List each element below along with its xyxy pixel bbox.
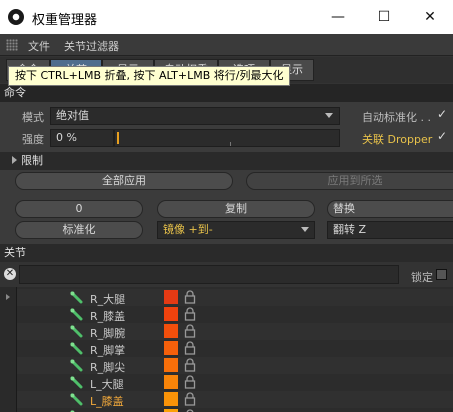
link-dropper-checkbox[interactable]: ✓	[437, 129, 447, 143]
flip-dropdown[interactable]: 翻转 Z	[327, 221, 453, 239]
joint-row[interactable]: R_脚掌	[17, 340, 453, 357]
joint-color-swatch[interactable]	[164, 358, 178, 372]
cinema4d-logo-icon	[8, 9, 24, 25]
joint-row[interactable]: L_脚腕	[17, 408, 453, 412]
expand-arrow-icon[interactable]	[6, 294, 10, 300]
chevron-down-icon	[325, 113, 333, 118]
joint-name: R_脚腕	[90, 327, 126, 340]
menu-file[interactable]: 文件	[28, 38, 50, 54]
joint-color-swatch[interactable]	[164, 290, 178, 304]
joint-color-swatch[interactable]	[164, 324, 178, 338]
tooltip: 按下 CTRL+LMB 折叠, 按下 ALT+LMB 将行/列最大化	[8, 66, 291, 86]
joint-bone-icon	[70, 308, 83, 321]
joints-section-header[interactable]: 关节	[0, 244, 453, 262]
close-button[interactable]: ✕	[407, 0, 453, 34]
joint-bone-icon	[70, 325, 83, 338]
copy-button[interactable]: 复制	[157, 200, 315, 218]
joint-row[interactable]: L_膝盖	[17, 391, 453, 408]
mirror-value: 镜像 +到-	[163, 223, 213, 236]
apply-selected-button[interactable]: 应用到所选	[246, 172, 453, 190]
auto-normalize-label: 自动标准化 . .	[362, 111, 431, 124]
joint-color-swatch[interactable]	[164, 375, 178, 389]
strength-input[interactable]: 0 %	[50, 129, 114, 147]
lock-icon[interactable]	[184, 290, 196, 304]
joint-row[interactable]: R_脚腕	[17, 323, 453, 340]
menu-bar: 文件 关节过滤器	[0, 34, 453, 56]
mode-value: 绝对值	[56, 109, 89, 122]
zero-value-button[interactable]: 0	[15, 200, 143, 218]
mirror-dropdown[interactable]: 镜像 +到-	[157, 221, 315, 239]
joint-bone-icon	[70, 342, 83, 355]
joint-name: R_脚尖	[90, 361, 126, 374]
joint-name: R_大腿	[90, 293, 126, 306]
joint-color-swatch[interactable]	[164, 341, 178, 355]
link-dropper-label: 关联 Dropper	[362, 133, 433, 146]
joint-row[interactable]: R_大腿	[17, 289, 453, 306]
joint-row[interactable]: R_脚尖	[17, 357, 453, 374]
joint-name: R_膝盖	[90, 310, 126, 323]
list-gutter	[0, 287, 17, 412]
actions-panel: 全部应用 应用到所选 0 复制 替换 标准化 镜像 +到- 翻转 Z	[0, 170, 453, 244]
expand-arrow-icon	[12, 156, 17, 164]
commands-section-header[interactable]: 命令	[0, 84, 453, 102]
joint-color-swatch[interactable]	[164, 392, 178, 406]
limit-label: 限制	[21, 154, 43, 167]
normalize-button[interactable]: 标准化	[15, 221, 143, 239]
window-title: 权重管理器	[32, 13, 98, 28]
apply-all-button[interactable]: 全部应用	[15, 172, 233, 190]
auto-normalize-checkbox[interactable]: ✓	[437, 107, 447, 121]
replace-button[interactable]: 替换	[327, 200, 453, 218]
joint-search-input[interactable]	[19, 265, 399, 284]
flip-value: 翻转 Z	[333, 223, 367, 236]
lock-icon[interactable]	[184, 341, 196, 355]
clear-icon[interactable]: ✕	[4, 268, 16, 280]
lock-checkbox[interactable]	[436, 269, 447, 280]
joint-name: L_大腿	[90, 378, 124, 391]
joint-color-swatch[interactable]	[164, 307, 178, 321]
grip-icon[interactable]	[6, 39, 18, 51]
lock-icon[interactable]	[184, 324, 196, 338]
minimize-button[interactable]: —	[315, 0, 361, 34]
strength-label: 强度	[22, 133, 44, 146]
slider-tick	[230, 142, 231, 146]
title-bar: 权重管理器 — ☐ ✕	[0, 0, 453, 34]
joint-name: R_脚掌	[90, 344, 126, 357]
joint-bone-icon	[70, 376, 83, 389]
joint-name: L_膝盖	[90, 395, 124, 408]
menu-joint-filter[interactable]: 关节过滤器	[64, 38, 119, 54]
joint-list: R_大腿 R_膝盖 R_脚腕 R_脚掌 R_脚尖 L_大腿 L_膝盖L_脚腕	[0, 287, 453, 412]
lock-icon[interactable]	[184, 375, 196, 389]
mode-label: 模式	[22, 111, 44, 124]
joint-bone-icon	[70, 291, 83, 304]
joint-row[interactable]: R_膝盖	[17, 306, 453, 323]
lock-icon[interactable]	[184, 358, 196, 372]
joint-search-row: ✕ 锁定	[0, 262, 453, 287]
joint-bone-icon	[70, 393, 83, 406]
limit-section-header[interactable]: 限制	[0, 152, 453, 170]
lock-icon[interactable]	[184, 307, 196, 321]
mode-dropdown[interactable]: 绝对值	[50, 107, 340, 125]
lock-label: 锁定	[411, 271, 433, 284]
slider-handle[interactable]	[117, 132, 119, 144]
joint-bone-icon	[70, 359, 83, 372]
commands-panel: 模式 绝对值 自动标准化 . . ✓ 强度 0 % 关联 Dropper ✓	[0, 102, 453, 152]
chevron-down-icon	[301, 227, 309, 232]
joint-row[interactable]: L_大腿	[17, 374, 453, 391]
maximize-button[interactable]: ☐	[361, 0, 407, 34]
lock-icon[interactable]	[184, 392, 196, 406]
strength-slider[interactable]	[114, 129, 340, 147]
